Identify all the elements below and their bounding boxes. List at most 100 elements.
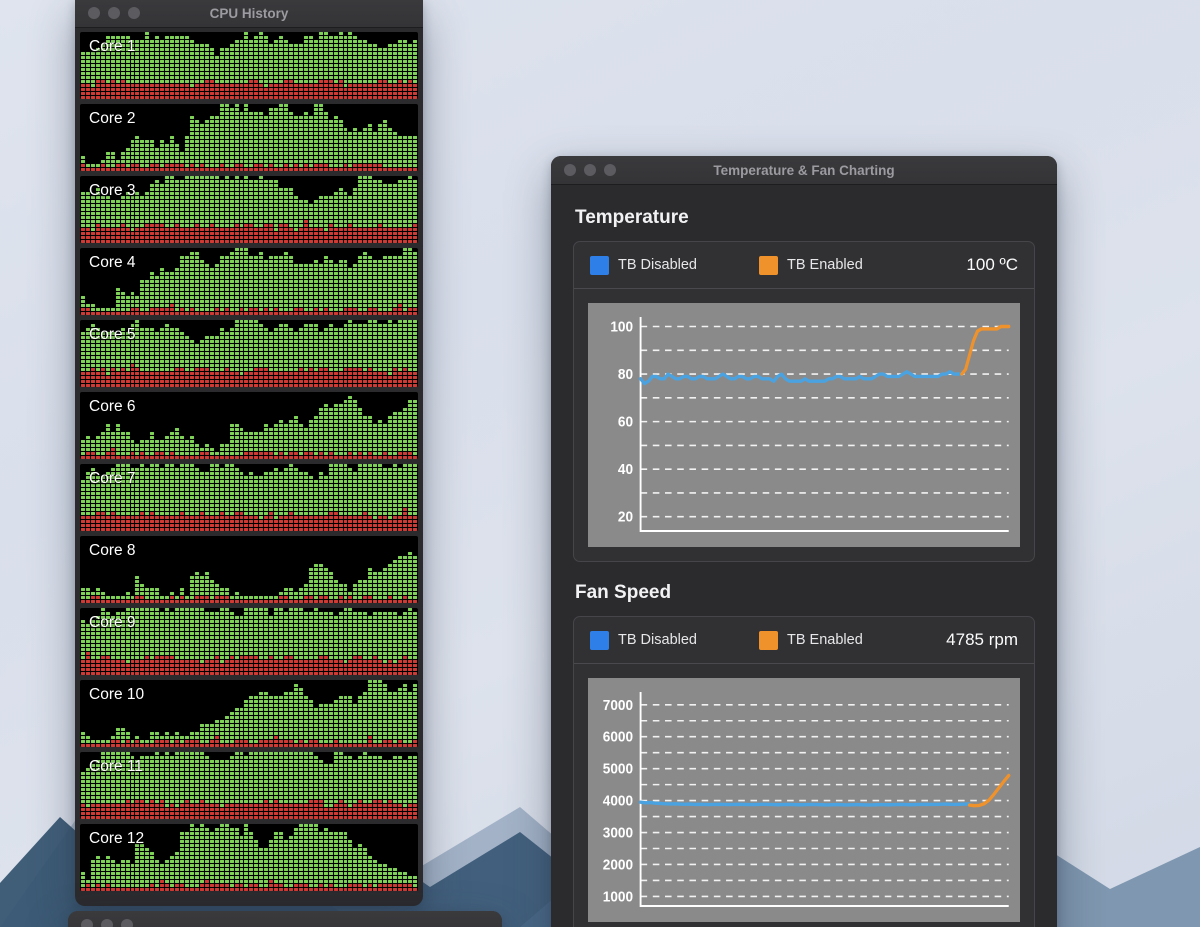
usage-cell-user: [210, 268, 214, 271]
usage-cell-user: [180, 160, 184, 163]
usage-cell-user: [309, 120, 313, 123]
usage-cell-user: [259, 136, 263, 139]
usage-cell-user: [324, 148, 328, 151]
usage-cell-user: [185, 44, 189, 47]
usage-cell-user: [344, 340, 348, 343]
usage-cell-user: [230, 164, 234, 167]
usage-cell-user: [329, 148, 333, 151]
usage-cell-system: [304, 84, 308, 87]
usage-cell-system: [111, 384, 115, 387]
usage-cell-user: [160, 156, 164, 159]
usage-cell-user: [403, 180, 407, 183]
usage-cell-user: [210, 356, 214, 359]
close-button[interactable]: [88, 7, 100, 19]
usage-cell-user: [190, 280, 194, 283]
usage-cell-user: [106, 164, 110, 167]
usage-cell-user: [170, 292, 174, 295]
usage-cell-user: [274, 128, 278, 131]
core-graph-bar: [344, 324, 348, 387]
usage-cell-user: [264, 132, 268, 135]
usage-cell-user: [334, 200, 338, 203]
usage-cell-system: [368, 372, 372, 375]
usage-cell-user: [413, 336, 417, 339]
usage-cell-system: [195, 168, 199, 171]
usage-cell-user: [348, 80, 352, 83]
usage-cell-user: [339, 140, 343, 143]
usage-cell-user: [170, 152, 174, 155]
usage-cell-user: [348, 64, 352, 67]
usage-cell-user: [353, 264, 357, 267]
minimize-button[interactable]: [108, 7, 120, 19]
usage-cell-user: [388, 300, 392, 303]
core-graph-bar: [170, 328, 174, 387]
usage-cell-user: [210, 144, 214, 147]
usage-cell-user: [135, 72, 139, 75]
usage-cell-user: [96, 356, 100, 359]
usage-cell-user: [339, 152, 343, 155]
usage-cell-system: [329, 88, 333, 91]
usage-cell-user: [413, 140, 417, 143]
usage-cell-user: [116, 288, 120, 291]
usage-cell-user: [309, 268, 313, 271]
usage-cell-system: [249, 240, 253, 243]
usage-cell-system: [309, 96, 313, 99]
usage-cell-user: [274, 52, 278, 55]
usage-cell-user: [190, 292, 194, 295]
usage-cell-system: [200, 240, 204, 243]
usage-cell-user: [378, 324, 382, 327]
usage-cell-system: [383, 372, 387, 375]
usage-cell-user: [244, 344, 248, 347]
usage-cell-user: [358, 40, 362, 43]
usage-cell-system: [91, 384, 95, 387]
usage-cell-user: [185, 188, 189, 191]
usage-cell-system: [344, 236, 348, 239]
usage-cell-user: [225, 112, 229, 115]
usage-cell-user: [254, 268, 258, 271]
core-graph-bar: [393, 256, 397, 315]
usage-cell-user: [240, 220, 244, 223]
usage-cell-user: [388, 184, 392, 187]
usage-cell-user: [185, 296, 189, 299]
usage-cell-user: [284, 128, 288, 131]
cpu-history-window[interactable]: CPU History Core 1Core 2Core 3Core 4Core…: [75, 0, 423, 906]
usage-cell-user: [319, 268, 323, 271]
usage-cell-user: [403, 304, 407, 307]
usage-cell-user: [200, 352, 204, 355]
usage-cell-user: [225, 156, 229, 159]
usage-cell-user: [314, 364, 318, 367]
usage-cell-user: [185, 200, 189, 203]
usage-cell-user: [334, 160, 338, 163]
usage-cell-user: [175, 328, 179, 331]
usage-cell-user: [289, 348, 293, 351]
usage-cell-user: [259, 212, 263, 215]
usage-cell-user: [284, 332, 288, 335]
usage-cell-user: [235, 256, 239, 259]
usage-cell-system: [135, 384, 139, 387]
usage-cell-user: [329, 200, 333, 203]
usage-cell-user: [324, 352, 328, 355]
usage-cell-user: [195, 176, 199, 179]
usage-cell-user: [294, 204, 298, 207]
usage-cell-user: [358, 132, 362, 135]
core-graph-bar: [215, 176, 219, 243]
usage-cell-user: [230, 340, 234, 343]
usage-cell-user: [121, 352, 125, 355]
usage-cell-system: [106, 312, 110, 315]
core-graph-bar: [294, 44, 298, 99]
usage-cell-user: [373, 144, 377, 147]
usage-cell-user: [140, 156, 144, 159]
usage-cell-system: [299, 312, 303, 315]
usage-cell-user: [165, 52, 169, 55]
zoom-button[interactable]: [128, 7, 140, 19]
usage-cell-user: [274, 180, 278, 183]
usage-cell-system: [319, 228, 323, 231]
cpu-history-titlebar[interactable]: CPU History: [75, 0, 423, 28]
usage-cell-user: [111, 340, 115, 343]
usage-cell-user: [329, 288, 333, 291]
usage-cell-user: [121, 328, 125, 331]
usage-cell-user: [254, 140, 258, 143]
usage-cell-user: [175, 156, 179, 159]
core-graph-bar: [413, 320, 417, 387]
usage-cell-user: [210, 364, 214, 367]
usage-cell-system: [150, 232, 154, 235]
